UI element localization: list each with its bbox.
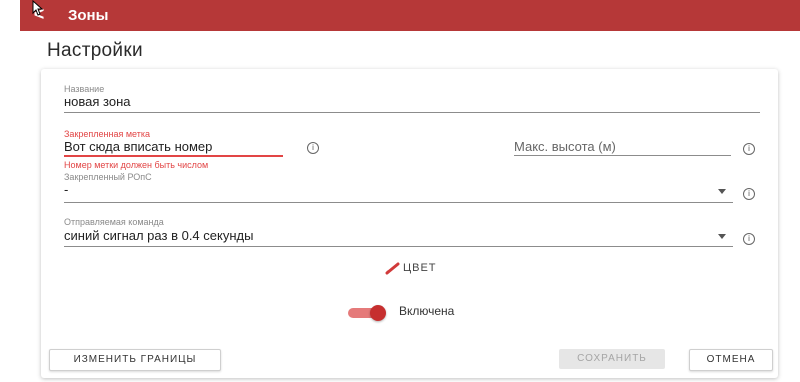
max-height-input[interactable]: Макс. высота (м) bbox=[514, 139, 616, 154]
info-icon[interactable]: i bbox=[743, 143, 755, 155]
pinned-tag-error: Номер метки должен быть числом bbox=[64, 160, 209, 170]
max-height-underline bbox=[514, 155, 731, 156]
command-select[interactable]: синий сигнал раз в 0.4 секунды bbox=[64, 228, 253, 243]
save-button[interactable]: СОХРАНИТЬ bbox=[559, 349, 665, 369]
mouse-cursor-icon bbox=[32, 0, 44, 16]
info-icon[interactable]: i bbox=[307, 142, 319, 154]
chevron-down-icon[interactable] bbox=[718, 189, 726, 194]
settings-card: Название новая зона Закрепленная метка В… bbox=[41, 69, 778, 378]
brush-icon bbox=[385, 262, 400, 275]
info-icon[interactable]: i bbox=[743, 188, 755, 200]
info-icon[interactable]: i bbox=[743, 233, 755, 245]
pinned-tag-input[interactable]: Вот сюда вписать номер bbox=[64, 139, 212, 154]
pinned-tag-underline bbox=[64, 155, 283, 157]
enabled-label: Включена bbox=[399, 304, 455, 318]
toggle-thumb bbox=[370, 305, 386, 321]
cancel-button[interactable]: ОТМЕНА bbox=[689, 349, 773, 371]
command-underline bbox=[64, 246, 733, 247]
command-label: Отправляемая команда bbox=[64, 217, 164, 227]
chevron-down-icon[interactable] bbox=[718, 234, 726, 239]
color-label: ЦВЕТ bbox=[403, 262, 437, 274]
pinned-ponc-select[interactable]: - bbox=[64, 182, 68, 197]
name-field[interactable]: новая зона bbox=[64, 94, 131, 109]
page-title: Настройки bbox=[47, 40, 143, 61]
app-bar: < Зоны bbox=[20, 0, 800, 31]
edit-bounds-button[interactable]: ИЗМЕНИТЬ ГРАНИЦЫ bbox=[49, 349, 221, 371]
app-bar-title: Зоны bbox=[68, 7, 109, 24]
name-field-underline bbox=[64, 112, 760, 113]
name-field-label: Название bbox=[64, 84, 105, 94]
pinned-ponc-label: Закрепленный РОпС bbox=[64, 172, 152, 182]
enabled-toggle[interactable] bbox=[348, 305, 386, 321]
pinned-tag-label: Закрепленная метка bbox=[64, 129, 150, 139]
pinned-ponc-underline bbox=[64, 202, 733, 203]
